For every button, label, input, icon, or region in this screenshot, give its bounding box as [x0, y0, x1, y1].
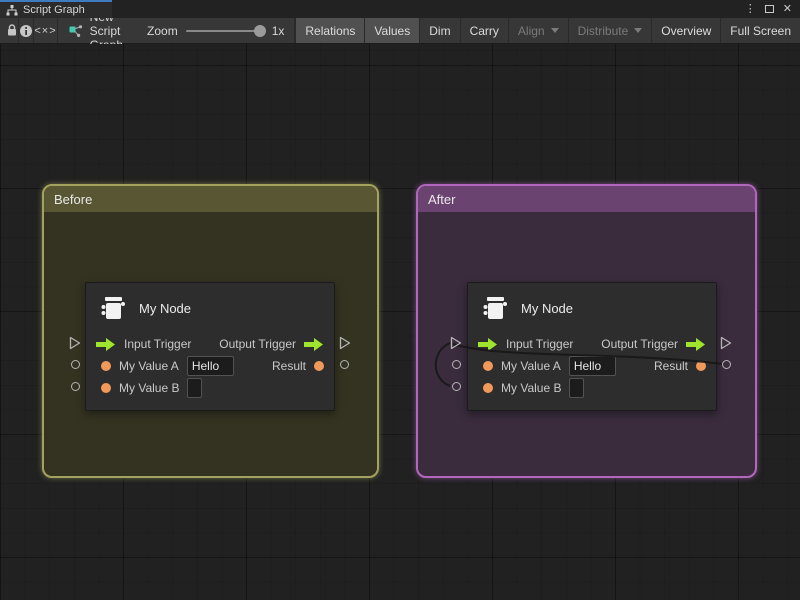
value-port-icon[interactable]: [483, 383, 493, 393]
flow-input-port[interactable]: [450, 336, 462, 350]
graph-nodes-icon: [68, 24, 83, 38]
distribute-dropdown[interactable]: Distribute: [568, 18, 652, 43]
port-row-value-a: My Value A Result: [86, 355, 334, 377]
zoom-control: Zoom 1x: [137, 18, 295, 43]
tab-script-graph[interactable]: Script Graph: [0, 0, 112, 18]
titlebar: Script Graph ⋮ ✕: [0, 0, 800, 18]
node-my-node-after[interactable]: My Node Input Trigger Output Trigger My …: [467, 282, 717, 411]
node-title: My Node: [521, 301, 573, 316]
maximize-icon[interactable]: [765, 5, 774, 13]
zoom-value: 1x: [272, 24, 285, 38]
value-b-input[interactable]: [569, 378, 584, 398]
graph-toolbar: <×> New Script Graph Zoom 1x Relations: [0, 18, 800, 44]
zoom-slider[interactable]: [186, 30, 264, 32]
dim-button[interactable]: Dim: [419, 18, 459, 43]
value-input-port[interactable]: [71, 360, 80, 369]
node-header: My Node: [468, 283, 716, 333]
info-button[interactable]: [19, 18, 34, 43]
flow-out-icon[interactable]: [304, 338, 324, 351]
relations-button[interactable]: Relations: [295, 18, 364, 43]
value-port-icon[interactable]: [101, 383, 111, 393]
chevron-down-icon: [551, 28, 559, 33]
lock-icon: [6, 24, 18, 37]
node-header: My Node: [86, 283, 334, 333]
info-icon: [19, 24, 33, 38]
value-b-input[interactable]: [187, 378, 202, 398]
value-port-icon[interactable]: [483, 361, 493, 371]
chevron-down-icon: [634, 28, 642, 33]
graph-title-area: New Script Graph: [58, 18, 137, 43]
value-input-port[interactable]: [71, 382, 80, 391]
unit-box-icon: [98, 293, 128, 323]
flow-input-port[interactable]: [69, 336, 81, 350]
window-menu-icon[interactable]: ⋮: [745, 4, 756, 15]
port-row-value-b: My Value B: [468, 377, 716, 399]
flow-output-port[interactable]: [339, 336, 351, 350]
zoom-label: Zoom: [147, 24, 178, 38]
flow-output-port[interactable]: [720, 336, 732, 350]
value-output-port[interactable]: [340, 360, 349, 369]
window-controls: ⋮ ✕: [745, 0, 800, 18]
port-row-value-b: My Value B: [86, 377, 334, 399]
port-row-trigger: Input Trigger Output Trigger: [86, 333, 334, 355]
value-a-input[interactable]: [569, 356, 616, 376]
carry-button[interactable]: Carry: [460, 18, 508, 43]
graph-canvas[interactable]: Before After My Node: [0, 44, 800, 600]
value-input-port[interactable]: [452, 360, 461, 369]
flow-in-icon[interactable]: [478, 338, 498, 351]
node-my-node-before[interactable]: My Node Input Trigger Output Trigger My …: [85, 282, 335, 411]
port-row-value-a: My Value A Result: [468, 355, 716, 377]
close-icon[interactable]: ✕: [783, 4, 792, 15]
zoom-slider-thumb[interactable]: [254, 25, 266, 37]
script-graph-window: Script Graph ⋮ ✕: [0, 0, 800, 600]
group-after-header[interactable]: After: [418, 186, 755, 212]
flow-out-icon[interactable]: [686, 338, 706, 351]
code-preview-button[interactable]: <×>: [34, 18, 57, 43]
group-before-header[interactable]: Before: [44, 186, 377, 212]
node-title: My Node: [139, 301, 191, 316]
value-output-port[interactable]: [722, 360, 731, 369]
toolbar-buttons: Relations Values Dim Carry Align Distrib…: [295, 18, 800, 43]
graph-hierarchy-icon: [6, 5, 18, 16]
code-icon: <×>: [34, 25, 56, 37]
value-port-icon[interactable]: [314, 361, 324, 371]
fullscreen-button[interactable]: Full Screen: [720, 18, 800, 43]
flow-in-icon[interactable]: [96, 338, 116, 351]
unit-box-icon: [480, 293, 510, 323]
group-after-label: After: [428, 192, 455, 207]
value-port-icon[interactable]: [101, 361, 111, 371]
tab-label: Script Graph: [23, 4, 85, 16]
group-before-label: Before: [54, 192, 92, 207]
align-dropdown[interactable]: Align: [508, 18, 568, 43]
overview-button[interactable]: Overview: [651, 18, 720, 43]
value-a-input[interactable]: [187, 356, 234, 376]
value-input-port[interactable]: [452, 382, 461, 391]
lock-button[interactable]: [6, 18, 19, 43]
values-button[interactable]: Values: [364, 18, 419, 43]
